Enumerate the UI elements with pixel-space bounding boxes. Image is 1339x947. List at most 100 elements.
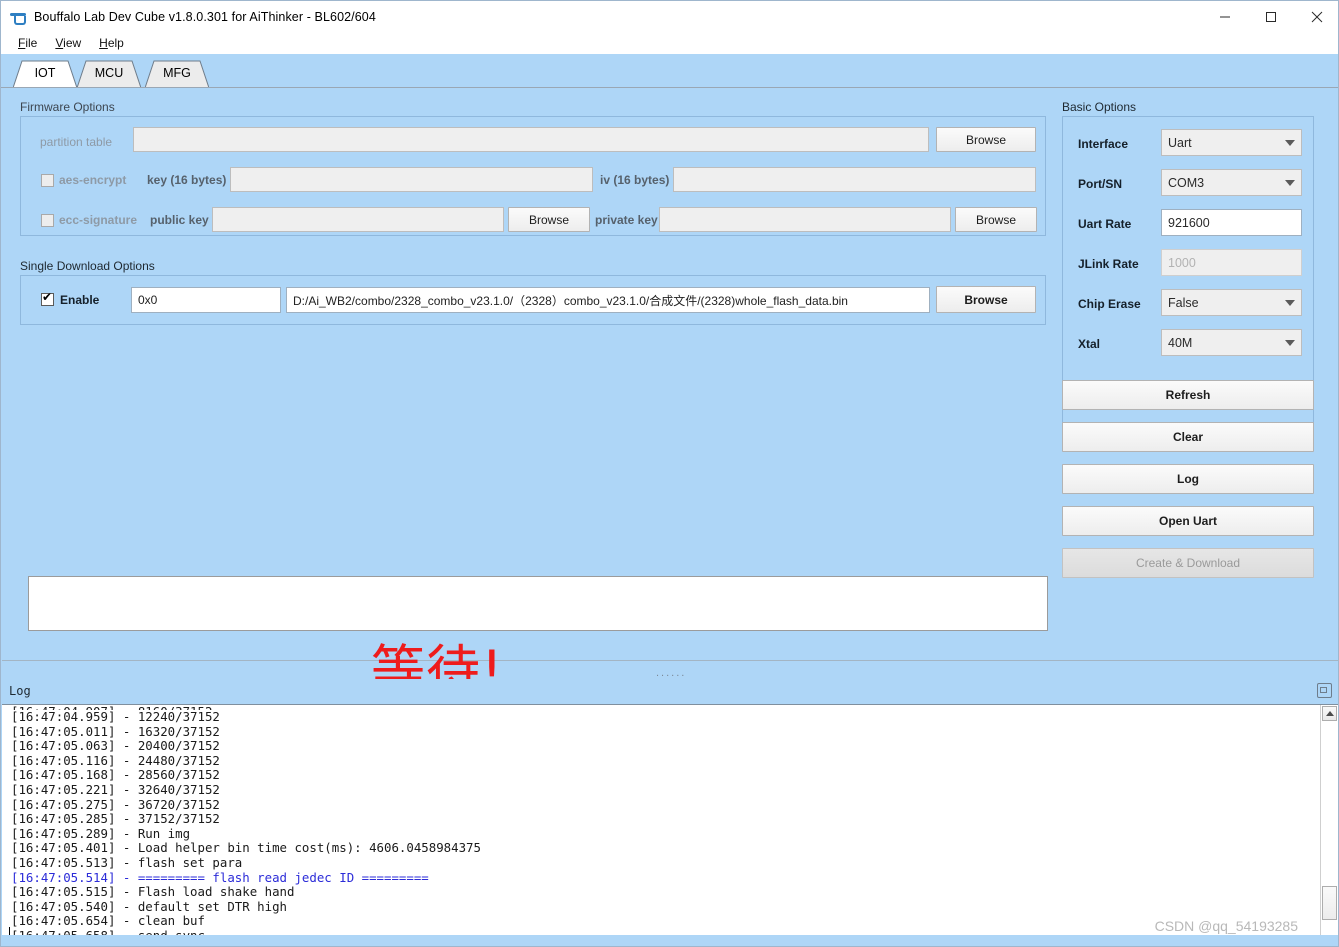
single-download-file-input[interactable]: D:/Ai_WB2/combo/2328_combo_v23.1.0/（2328… [286,287,930,313]
pane-splitter[interactable] [2,660,1338,661]
log-section-header: Log [2,679,1338,704]
tab-mfg[interactable]: MFG [145,60,209,88]
popout-window-icon[interactable] [1317,683,1332,698]
log-line: [16:47:05.514] - ========= flash read je… [11,869,429,885]
application-window: Bouffalo Lab Dev Cube v1.8.0.301 for AiT… [0,0,1339,947]
single-download-options-title: Single Download Options [20,259,155,273]
xtal-combo[interactable]: 40M [1161,329,1302,356]
tab-mfg-label: MFG [163,66,191,80]
open-uart-button[interactable]: Open Uart [1062,506,1314,536]
splitter-handle-dots: ...... [656,667,687,679]
tab-mcu[interactable]: MCU [77,60,141,88]
log-section-label: Log [9,684,31,698]
status-textarea[interactable] [28,576,1048,631]
aes-key-input[interactable] [230,167,593,192]
jlink-rate-input[interactable]: 1000 [1161,249,1302,276]
log-line: [16:47:05.540] - default set DTR high [11,898,288,914]
log-line: [16:47:05.221] - 32640/37152 [11,781,220,797]
log-scrollbar[interactable] [1320,705,1338,937]
chip-erase-combo-value: False [1168,295,1199,310]
log-output[interactable]: [16:47:04.907] - 8160/37152[16:47:04.959… [2,705,1306,936]
private-key-browse-button[interactable]: Browse [955,207,1037,232]
menu-item-help-rest: elp [107,36,124,50]
public-key-input[interactable] [212,207,504,232]
maximize-icon[interactable] [1248,1,1294,32]
interface-combo-value: Uart [1168,135,1192,150]
scrollbar-thumb[interactable] [1322,886,1337,920]
xtal-combo-value: 40M [1168,335,1193,350]
watermark-text: CSDN @qq_54193285 [1154,918,1298,934]
public-key-browse-button[interactable]: Browse [508,207,590,232]
basic-field-label-portsn: Port/SN [1078,177,1123,191]
basic-field-label-interface: Interface [1078,137,1129,151]
chevron-down-icon [1285,139,1295,146]
chevron-down-icon [1285,339,1295,346]
interface-combo[interactable]: Uart [1161,129,1302,156]
port-sn-combo-value: COM3 [1168,175,1205,190]
log-button[interactable]: Log [1062,464,1314,494]
title-bar: Bouffalo Lab Dev Cube v1.8.0.301 for AiT… [1,1,1338,33]
iot-tab-panel: Firmware Options partition table Browse … [2,88,1338,680]
aes-iv-input[interactable] [673,167,1036,192]
tab-iot-label: IOT [34,66,56,80]
public-key-label: public key [150,213,209,227]
private-key-label: private key [595,213,658,227]
single-download-enable-label: Enable [60,293,100,307]
log-line: [16:47:05.654] - clean buf [11,913,205,929]
scroll-up-icon[interactable] [1322,706,1337,721]
basic-field-label-chip-erase: Chip Erase [1078,297,1141,311]
refresh-button[interactable]: Refresh [1062,380,1314,410]
menu-item-view[interactable]: View [46,34,90,52]
menu-bar: File View Help [1,32,1338,54]
log-line: [16:47:05.515] - Flash load shake hand [11,884,295,900]
uart-rate-input[interactable]: 921600 [1161,209,1302,236]
basic-options-title: Basic Options [1062,100,1137,114]
aes-encrypt-label: aes-encrypt [59,173,127,187]
single-download-address-input[interactable]: 0x0 [131,287,281,313]
menu-item-file-rest: ile [25,36,38,50]
log-line: [16:47:05.285] - 37152/37152 [11,811,220,827]
log-panel: [16:47:04.907] - 8160/37152[16:47:04.959… [2,704,1338,940]
basic-field-label-xtal: Xtal [1078,337,1101,351]
partition-table-input[interactable] [133,127,929,152]
chip-erase-combo[interactable]: False [1161,289,1302,316]
aes-encrypt-checkbox[interactable] [41,174,54,187]
window-controls [1202,1,1338,32]
log-line: [16:47:05.011] - 16320/37152 [11,723,220,739]
log-line: [16:47:05.401] - Load helper bin time co… [11,840,481,856]
aes-key-label: key (16 bytes) [147,173,227,187]
menu-item-file[interactable]: File [9,34,46,52]
port-sn-combo[interactable]: COM3 [1161,169,1302,196]
aes-iv-label: iv (16 bytes) [600,173,670,187]
log-line: [16:47:05.275] - 36720/37152 [11,796,220,812]
close-icon[interactable] [1294,1,1338,32]
log-line: [16:47:05.168] - 28560/37152 [11,767,220,783]
partition-table-label: partition table [40,135,113,149]
clear-button[interactable]: Clear [1062,422,1314,452]
bottom-strip [2,935,1338,946]
tab-mcu-label: MCU [94,66,124,80]
ecc-signature-checkbox[interactable] [41,214,54,227]
ecc-signature-label: ecc-signature [59,213,138,227]
window-title: Bouffalo Lab Dev Cube v1.8.0.301 for AiT… [34,9,376,24]
firmware-options-title: Firmware Options [20,100,115,114]
basic-field-label-uart-rate: Uart Rate [1078,217,1132,231]
log-line: [16:47:05.289] - Run img [11,825,191,841]
menu-item-help[interactable]: Help [90,34,133,52]
partition-table-browse-button[interactable]: Browse [936,127,1036,152]
log-line: [16:47:04.959] - 12240/37152 [11,709,220,724]
private-key-input[interactable] [659,207,951,232]
create-and-download-button: Create & Download [1062,548,1314,578]
app-hat-icon [10,9,26,25]
tab-strip: IOT MCU MFG [1,54,1338,88]
chevron-down-icon [1285,299,1295,306]
tab-iot[interactable]: IOT [13,60,77,88]
minimize-icon[interactable] [1202,1,1248,32]
single-download-enable-checkbox[interactable] [41,291,54,306]
log-line: [16:47:05.063] - 20400/37152 [11,738,220,754]
log-line: [16:47:05.513] - flash set para [11,854,243,870]
single-download-browse-button[interactable]: Browse [936,286,1036,313]
chevron-down-icon [1285,179,1295,186]
menu-item-view-rest: iew [63,36,82,50]
log-line: [16:47:05.116] - 24480/37152 [11,752,220,768]
